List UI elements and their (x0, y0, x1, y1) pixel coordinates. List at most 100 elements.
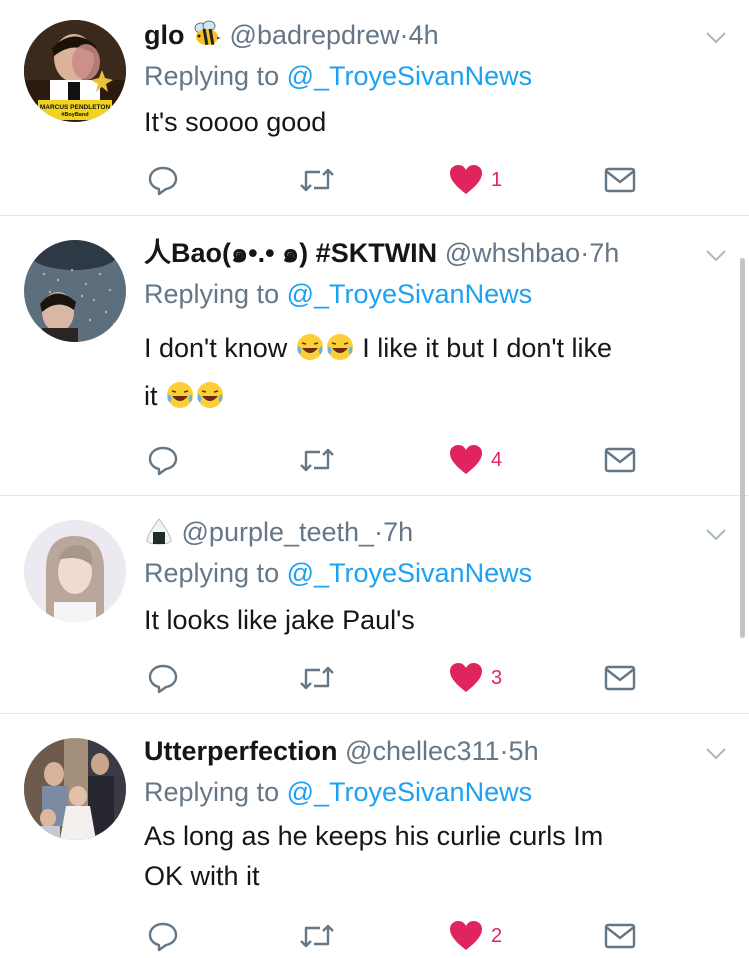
rice-ball-icon (146, 518, 172, 545)
like-button[interactable]: 2 (449, 916, 502, 956)
retweet-button[interactable] (298, 658, 336, 698)
heart-icon (450, 663, 482, 692)
tweet-text-content: it (144, 381, 158, 411)
direct-message-button[interactable] (604, 440, 636, 480)
direct-message-button[interactable] (604, 160, 636, 200)
reply-icon (148, 166, 178, 196)
mention-link[interactable]: @_TroyeSivanNews (287, 279, 533, 309)
like-count: 3 (491, 666, 503, 689)
user-handle[interactable]: @badrepdrew (230, 20, 400, 50)
retweet-icon (300, 448, 334, 472)
replying-to-label: Replying to (144, 558, 287, 588)
mention-link[interactable]: @_TroyeSivanNews (287, 61, 533, 91)
display-name[interactable]: Utterperfection (144, 736, 338, 766)
tweet-header: glo @badrepdrew·4h (144, 19, 689, 51)
avatar-caption: MARCUS PENDLETON (40, 104, 111, 111)
display-name[interactable]: 人Bao(๑•.• ๑) #SKTWIN (144, 238, 437, 268)
avatar-image (24, 738, 126, 840)
tweet[interactable]: Utterperfection @chellec311·5h Replying … (0, 714, 749, 958)
tweet-text-content: It's soooo good (144, 107, 327, 137)
replying-to: Replying to @_TroyeSivanNews (144, 60, 532, 92)
replying-to: Replying to @_TroyeSivanNews (144, 557, 532, 589)
heart-icon (450, 921, 482, 950)
direct-message-button[interactable] (604, 658, 636, 698)
tweet-text-content: I don't know (144, 333, 288, 363)
mention-link[interactable]: @_TroyeSivanNews (287, 777, 533, 807)
retweet-icon (300, 168, 334, 192)
tweet-actions: 4 (0, 440, 749, 480)
like-count: 1 (491, 168, 503, 191)
avatar-caption: #BoyBand (61, 112, 88, 118)
reply-button[interactable] (147, 916, 179, 956)
timestamp[interactable]: 4h (409, 20, 439, 50)
avatar[interactable]: MARCUS PENDLETON #BoyBand (24, 20, 126, 122)
envelope-icon (604, 665, 636, 691)
like-button[interactable]: 1 (449, 160, 502, 200)
timestamp[interactable]: 5h (509, 736, 539, 766)
retweet-button[interactable] (298, 916, 336, 956)
retweet-button[interactable] (298, 160, 336, 200)
timestamp[interactable]: 7h (589, 238, 619, 268)
envelope-icon (604, 167, 636, 193)
mention-link[interactable]: @_TroyeSivanNews (287, 558, 533, 588)
tweet-actions: 2 (0, 916, 749, 956)
laughing-crying-emoji-icon (167, 382, 194, 408)
tweet-text-content: It looks like jake Paul's (144, 605, 415, 635)
user-handle[interactable]: @whshbao (445, 238, 581, 268)
tweet-text: I don't know I like it but I don't like … (144, 324, 719, 420)
bee-icon (194, 20, 222, 46)
avatar-image (24, 240, 126, 342)
direct-message-button[interactable] (604, 916, 636, 956)
separator-dot: · (580, 238, 590, 268)
reply-icon (148, 664, 178, 694)
chevron-down-icon[interactable] (703, 24, 729, 50)
tweet[interactable]: 人Bao(๑•.• ๑) #SKTWIN @whshbao·7h Replyin… (0, 216, 749, 496)
tweet-text-content: As long as he keeps his curlie curls Im (144, 821, 604, 851)
avatar-image: MARCUS PENDLETON #BoyBand (24, 20, 126, 122)
timestamp[interactable]: 7h (383, 517, 413, 547)
replying-to-label: Replying to (144, 279, 287, 309)
replying-to: Replying to @_TroyeSivanNews (144, 278, 532, 310)
chevron-down-icon[interactable] (703, 740, 729, 766)
avatar[interactable] (24, 738, 126, 840)
display-name[interactable]: glo (144, 20, 185, 50)
heart-icon (450, 165, 482, 194)
reply-icon (148, 922, 178, 952)
tweet-text: It looks like jake Paul's (144, 596, 719, 644)
like-button[interactable]: 4 (449, 440, 502, 480)
user-handle[interactable]: @chellec311 (345, 736, 500, 766)
tweet-actions: 1 (0, 160, 749, 200)
separator-dot: · (374, 517, 384, 547)
scrollbar[interactable] (740, 258, 745, 638)
tweet-text: As long as he keeps his curlie curls Im … (144, 816, 719, 896)
like-count: 2 (491, 924, 503, 947)
chevron-down-icon[interactable] (703, 242, 729, 268)
retweet-icon (300, 666, 334, 690)
reply-feed: MARCUS PENDLETON #BoyBand glo @badrepdre… (0, 0, 749, 958)
tweet-header: 人Bao(๑•.• ๑) #SKTWIN @whshbao·7h (144, 237, 689, 269)
envelope-icon (604, 923, 636, 949)
replying-to: Replying to @_TroyeSivanNews (144, 776, 532, 808)
separator-dot: · (399, 20, 409, 50)
avatar[interactable] (24, 520, 126, 622)
retweet-button[interactable] (298, 440, 336, 480)
avatar[interactable] (24, 240, 126, 342)
retweet-icon (300, 924, 334, 948)
chevron-down-icon[interactable] (703, 521, 729, 547)
tweet-text-content: OK with it (144, 861, 260, 891)
reply-button[interactable] (147, 160, 179, 200)
tweet-actions: 3 (0, 658, 749, 698)
tweet[interactable]: MARCUS PENDLETON #BoyBand glo @badrepdre… (0, 0, 749, 216)
like-count: 4 (491, 448, 503, 471)
heart-icon (450, 445, 482, 474)
replying-to-label: Replying to (144, 61, 287, 91)
laughing-crying-emoji-icon (197, 382, 224, 408)
reply-button[interactable] (147, 440, 179, 480)
reply-button[interactable] (147, 658, 179, 698)
tweet-text-content: I like it but I don't like (362, 333, 613, 363)
tweet[interactable]: @purple_teeth_·7h Replying to @_TroyeSiv… (0, 496, 749, 714)
like-button[interactable]: 3 (449, 658, 502, 698)
laughing-crying-emoji-icon (296, 334, 323, 360)
user-handle[interactable]: @purple_teeth_ (182, 517, 375, 547)
laughing-crying-emoji-icon (326, 334, 353, 360)
